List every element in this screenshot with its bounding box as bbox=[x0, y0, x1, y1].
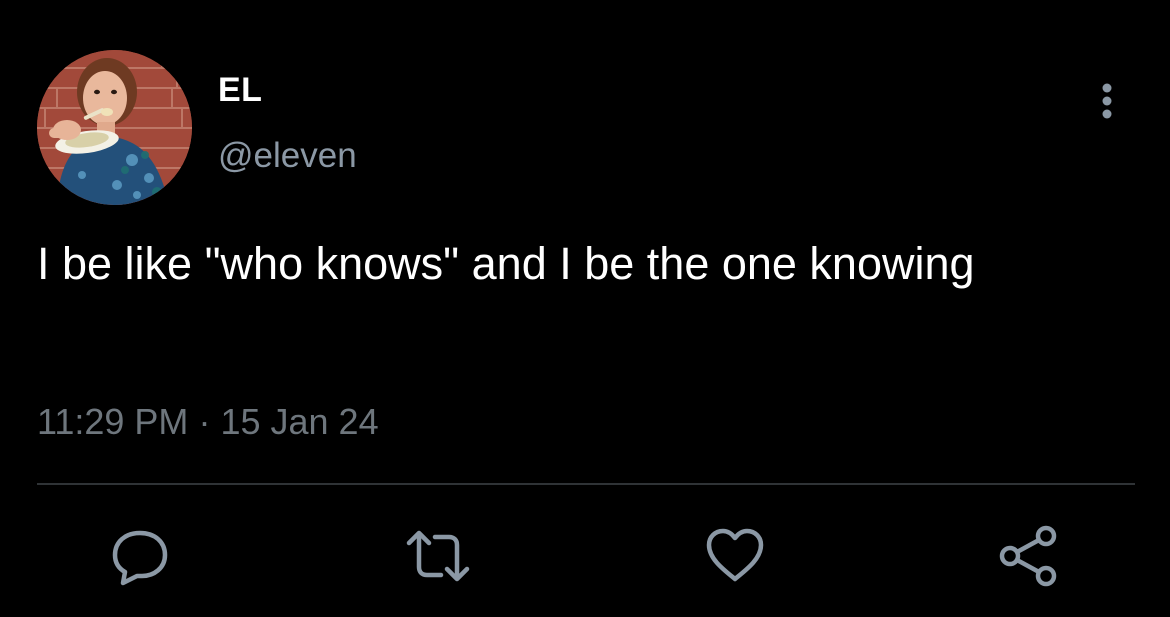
tweet-text: I be like "who knows" and I be the one k… bbox=[37, 238, 975, 289]
tweet-card: EL @eleven I be like "who knows" and I b… bbox=[0, 0, 1170, 617]
tweet-timestamp[interactable]: 11:29 PM · 15 Jan 24 bbox=[37, 400, 379, 444]
more-options-button[interactable] bbox=[1093, 80, 1121, 122]
reply-button[interactable] bbox=[109, 525, 171, 587]
divider bbox=[37, 483, 1135, 485]
avatar[interactable] bbox=[37, 50, 192, 205]
retweet-button[interactable] bbox=[405, 525, 470, 587]
reply-icon bbox=[112, 530, 168, 586]
retweet-icon bbox=[406, 530, 470, 582]
tweet-date: 15 Jan 24 bbox=[220, 401, 379, 442]
user-handle[interactable]: @eleven bbox=[218, 136, 357, 176]
share-button[interactable] bbox=[998, 525, 1060, 587]
tweet-time: 11:29 PM bbox=[37, 401, 189, 442]
heart-icon bbox=[706, 528, 764, 582]
share-icon bbox=[999, 525, 1057, 587]
like-button[interactable] bbox=[704, 525, 766, 587]
more-vertical-icon bbox=[1102, 83, 1112, 119]
avatar-photo bbox=[37, 50, 192, 205]
timestamp-separator: · bbox=[198, 401, 211, 442]
display-name[interactable]: EL bbox=[218, 70, 262, 110]
